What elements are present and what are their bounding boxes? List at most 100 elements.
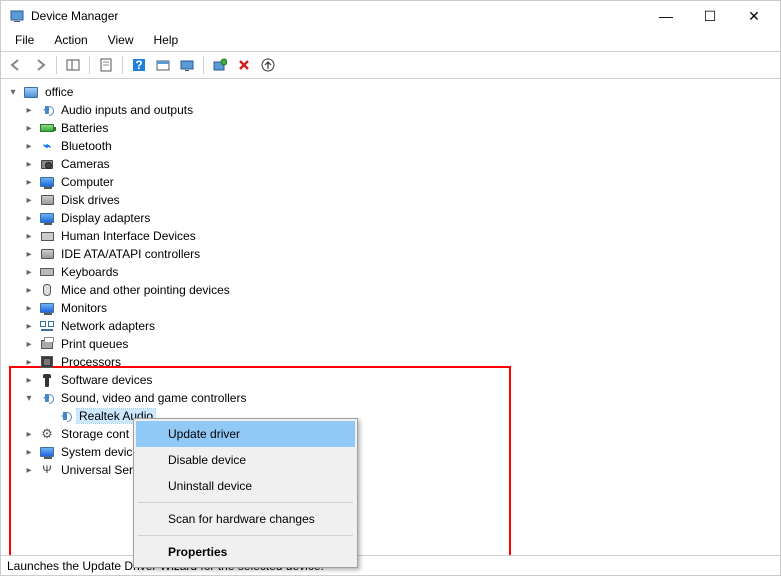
expand-icon[interactable]: ▸ bbox=[21, 300, 37, 316]
category-row[interactable]: ▸⚙Storage cont bbox=[3, 425, 778, 443]
expand-icon[interactable]: ▾ bbox=[5, 84, 21, 100]
expand-icon[interactable]: ▸ bbox=[21, 444, 37, 460]
expand-icon[interactable]: ▸ bbox=[21, 318, 37, 334]
context-menu-item[interactable]: Disable device bbox=[136, 447, 355, 473]
category-label: Cameras bbox=[59, 157, 112, 171]
expand-icon[interactable]: ▸ bbox=[21, 336, 37, 352]
expand-icon[interactable]: ▸ bbox=[21, 174, 37, 190]
context-menu-item[interactable]: Properties bbox=[136, 539, 355, 565]
category-row[interactable]: ▸ΨUniversal Ser bbox=[3, 461, 778, 479]
device-row[interactable]: Realtek Audio bbox=[3, 407, 778, 425]
category-row[interactable]: ▸Computer bbox=[3, 173, 778, 191]
category-label: Audio inputs and outputs bbox=[59, 103, 195, 117]
context-menu-item[interactable]: Scan for hardware changes bbox=[136, 506, 355, 532]
mouse-icon bbox=[39, 282, 55, 298]
category-row[interactable]: ▸ IDE ATA/ATAPI controllers bbox=[3, 245, 778, 263]
window-title: Device Manager bbox=[31, 9, 644, 23]
category-label: Human Interface Devices bbox=[59, 229, 198, 243]
menu-separator bbox=[138, 502, 353, 503]
bt-icon: ⌁ bbox=[39, 138, 55, 154]
expand-icon[interactable]: ▸ bbox=[21, 102, 37, 118]
context-menu-item[interactable]: Update driver bbox=[136, 421, 355, 447]
expand-icon[interactable]: ▸ bbox=[21, 282, 37, 298]
category-row[interactable]: ▸ Monitors bbox=[3, 299, 778, 317]
expand-icon[interactable]: ▸ bbox=[21, 138, 37, 154]
expand-icon[interactable]: ▸ bbox=[21, 462, 37, 478]
category-label: System devic bbox=[59, 445, 134, 459]
uninstall-button[interactable] bbox=[233, 54, 255, 76]
close-button[interactable]: ✕ bbox=[732, 1, 776, 31]
speaker-icon bbox=[57, 408, 73, 424]
menu-action[interactable]: Action bbox=[44, 31, 97, 51]
category-label: Keyboards bbox=[59, 265, 120, 279]
chip-icon bbox=[39, 354, 55, 370]
category-row[interactable]: ▾Sound, video and game controllers bbox=[3, 389, 778, 407]
expand-icon[interactable]: ▸ bbox=[21, 264, 37, 280]
svg-text:?: ? bbox=[135, 58, 142, 72]
network-icon bbox=[39, 318, 55, 334]
root-label: office bbox=[43, 85, 75, 99]
context-menu: Update driverDisable deviceUninstall dev… bbox=[133, 418, 358, 568]
window-controls: — ☐ ✕ bbox=[644, 1, 776, 31]
printer-icon bbox=[39, 336, 55, 352]
category-row[interactable]: ▸ System devic bbox=[3, 443, 778, 461]
minimize-button[interactable]: — bbox=[644, 1, 688, 31]
show-hide-console-button[interactable] bbox=[62, 54, 84, 76]
expand-icon[interactable]: ▸ bbox=[21, 156, 37, 172]
menu-view[interactable]: View bbox=[98, 31, 144, 51]
category-row[interactable]: ▸Processors bbox=[3, 353, 778, 371]
menu-file[interactable]: File bbox=[5, 31, 44, 51]
action-button[interactable] bbox=[152, 54, 174, 76]
toolbar: ? bbox=[1, 51, 780, 79]
separator bbox=[56, 56, 57, 74]
separator bbox=[89, 56, 90, 74]
disk-icon bbox=[39, 246, 55, 262]
category-label: Print queues bbox=[59, 337, 130, 351]
tree-root[interactable]: ▾ office bbox=[3, 83, 778, 101]
expand-icon[interactable]: ▸ bbox=[21, 354, 37, 370]
expand-icon[interactable]: ▸ bbox=[21, 120, 37, 136]
category-row[interactable]: ▸⌁Bluetooth bbox=[3, 137, 778, 155]
category-row[interactable]: ▸ Audio inputs and outputs bbox=[3, 101, 778, 119]
context-menu-item[interactable]: Uninstall device bbox=[136, 473, 355, 499]
category-row[interactable]: ▸Software devices bbox=[3, 371, 778, 389]
expand-icon[interactable]: ▸ bbox=[21, 192, 37, 208]
separator bbox=[203, 56, 204, 74]
scan-hardware-button[interactable] bbox=[209, 54, 231, 76]
expand-icon[interactable]: ▸ bbox=[21, 228, 37, 244]
expand-icon[interactable]: ▸ bbox=[21, 246, 37, 262]
category-label: Monitors bbox=[59, 301, 109, 315]
category-label: IDE ATA/ATAPI controllers bbox=[59, 247, 202, 261]
category-row[interactable]: ▸Disk drives bbox=[3, 191, 778, 209]
category-row[interactable]: ▸ Print queues bbox=[3, 335, 778, 353]
maximize-button[interactable]: ☐ bbox=[688, 1, 732, 31]
forward-button[interactable] bbox=[29, 54, 51, 76]
menu-help[interactable]: Help bbox=[144, 31, 189, 51]
category-row[interactable]: ▸ Keyboards bbox=[3, 263, 778, 281]
help-button[interactable]: ? bbox=[128, 54, 150, 76]
disk-icon bbox=[39, 192, 55, 208]
expand-icon[interactable]: ▸ bbox=[21, 426, 37, 442]
category-row[interactable]: ▸Mice and other pointing devices bbox=[3, 281, 778, 299]
category-row[interactable]: ▸Network adapters bbox=[3, 317, 778, 335]
category-row[interactable]: ▸ Cameras bbox=[3, 155, 778, 173]
back-button[interactable] bbox=[5, 54, 27, 76]
software-icon bbox=[39, 372, 55, 388]
update-driver-button[interactable] bbox=[257, 54, 279, 76]
device-tree[interactable]: ▾ office ▸ Audio inputs and outputs ▸Batteri… bbox=[1, 79, 780, 555]
gear-icon: ⚙ bbox=[39, 426, 55, 442]
category-row[interactable]: ▸Batteries bbox=[3, 119, 778, 137]
menubar: File Action View Help bbox=[1, 31, 780, 51]
category-label: Display adapters bbox=[59, 211, 152, 225]
menu-separator bbox=[138, 535, 353, 536]
view-button[interactable] bbox=[176, 54, 198, 76]
keyboard-icon bbox=[39, 264, 55, 280]
category-row[interactable]: ▸ Display adapters bbox=[3, 209, 778, 227]
expand-icon[interactable]: ▾ bbox=[21, 390, 37, 406]
category-row[interactable]: ▸ Human Interface Devices bbox=[3, 227, 778, 245]
expand-icon[interactable]: ▸ bbox=[21, 210, 37, 226]
status-bar: Launches the Update Driver Wizard for th… bbox=[1, 555, 780, 575]
speaker-icon bbox=[39, 390, 55, 406]
properties-button[interactable] bbox=[95, 54, 117, 76]
expand-icon[interactable]: ▸ bbox=[21, 372, 37, 388]
